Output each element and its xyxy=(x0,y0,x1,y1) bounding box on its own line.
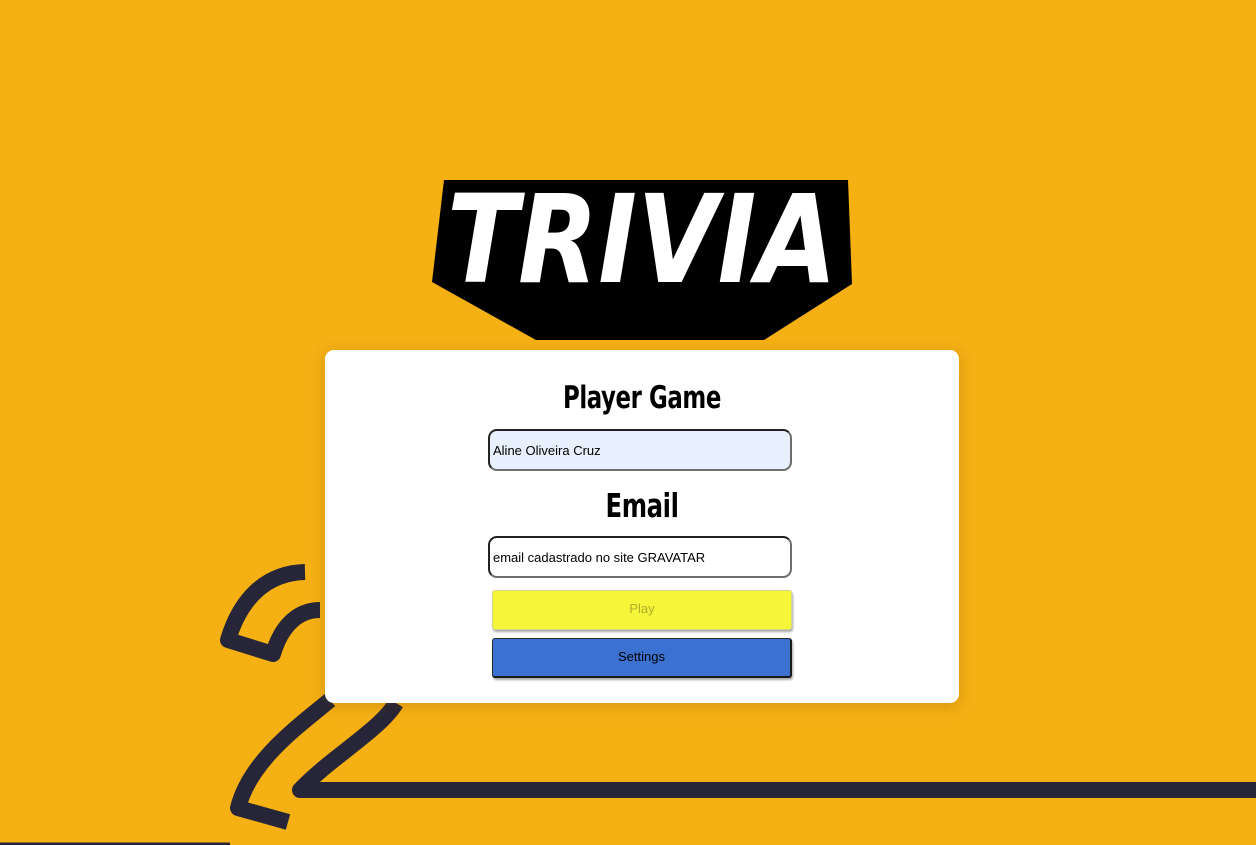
settings-button[interactable]: Settings xyxy=(492,638,792,678)
login-card: Player Game Email Play Settings xyxy=(325,350,959,703)
trivia-logo: TRIVIA xyxy=(428,167,858,344)
logo-text: TRIVIA xyxy=(447,176,837,311)
email-heading: Email xyxy=(605,486,679,525)
player-name-input[interactable] xyxy=(488,429,792,471)
play-button[interactable]: Play xyxy=(492,590,792,630)
player-heading: Player Game xyxy=(563,380,721,416)
email-input[interactable] xyxy=(488,536,792,578)
login-screen: TRIVIA Player Game Email Play Settings xyxy=(0,0,1256,845)
